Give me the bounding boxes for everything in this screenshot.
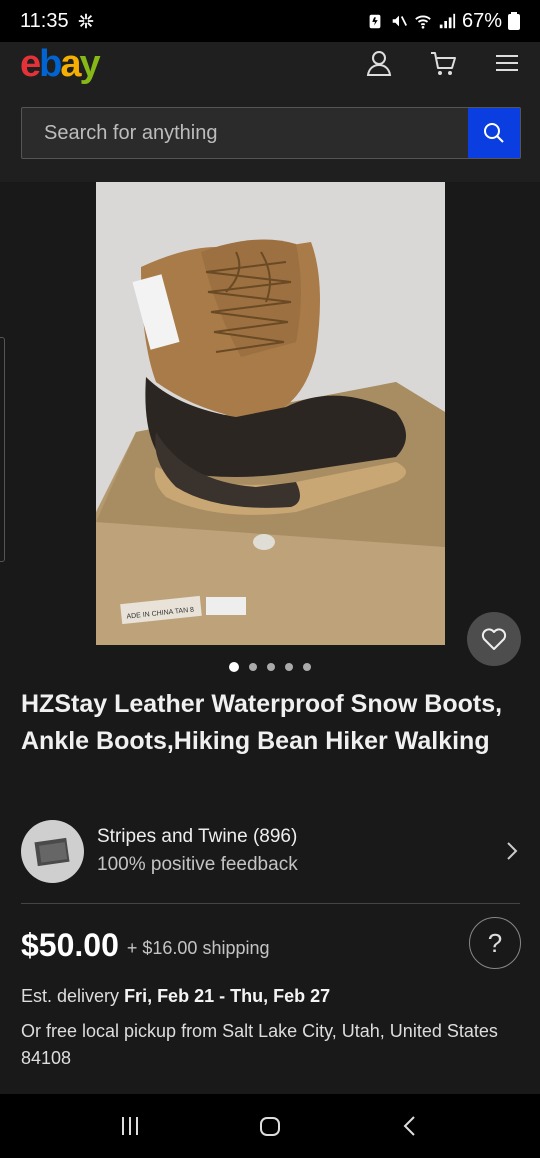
wifi-icon bbox=[415, 15, 431, 29]
pagination-dot[interactable] bbox=[249, 663, 257, 671]
divider bbox=[21, 903, 520, 904]
logo-letter-a: a bbox=[60, 43, 81, 85]
header: ebay bbox=[0, 42, 540, 182]
seller-name: Stripes and Twine (896) bbox=[97, 826, 298, 847]
status-time: 11:35 bbox=[20, 9, 69, 32]
pinwheel-icon bbox=[78, 13, 93, 29]
image-gallery: ADE IN CHINA TAN 8 bbox=[0, 182, 540, 666]
help-button[interactable]: ? bbox=[469, 917, 521, 969]
search-icon bbox=[484, 123, 504, 143]
pagination-dot[interactable] bbox=[267, 663, 275, 671]
signal-icon bbox=[439, 13, 456, 29]
search-button[interactable] bbox=[468, 108, 520, 158]
help-icon: ? bbox=[487, 927, 503, 958]
ebay-logo[interactable]: ebay bbox=[20, 42, 101, 86]
battery-saver-icon bbox=[369, 14, 381, 29]
watch-button[interactable] bbox=[467, 612, 521, 666]
status-right: 67% bbox=[366, 10, 520, 33]
search-bar bbox=[21, 107, 521, 159]
local-pickup: Or free local pickup from Salt Lake City… bbox=[21, 1021, 498, 1068]
seller-text: Stripes and Twine (896) 100% positive fe… bbox=[97, 823, 298, 879]
seller-feedback: 100% positive feedback bbox=[97, 854, 298, 875]
pagination-dot[interactable] bbox=[285, 663, 293, 671]
android-nav-bar bbox=[0, 1094, 540, 1158]
battery-percent: 67% bbox=[461, 9, 502, 32]
recent-apps-icon[interactable] bbox=[117, 1113, 143, 1139]
back-icon[interactable] bbox=[397, 1113, 423, 1139]
price: $50.00 bbox=[21, 926, 119, 963]
listing-title: HZStay Leather Waterproof Snow Boots, An… bbox=[21, 690, 503, 755]
menu-icon[interactable] bbox=[492, 48, 522, 78]
mute-icon bbox=[392, 15, 407, 27]
delivery-dates: Fri, Feb 21 - Thu, Feb 27 bbox=[124, 986, 331, 1006]
price-row: $50.00 + $16.00 shipping ? bbox=[21, 917, 521, 970]
heart-icon bbox=[481, 628, 507, 650]
boot-photo-illustration: ADE IN CHINA TAN 8 bbox=[96, 182, 445, 645]
product-image[interactable]: ADE IN CHINA TAN 8 bbox=[96, 182, 445, 645]
estimated-delivery: Est. delivery Fri, Feb 21 - Thu, Feb 27 bbox=[21, 986, 330, 1007]
logo-letter-y: y bbox=[79, 43, 101, 85]
search-input[interactable] bbox=[22, 108, 468, 158]
chevron-right-icon bbox=[507, 842, 518, 860]
seller-info[interactable]: Stripes and Twine (896) 100% positive fe… bbox=[21, 818, 521, 884]
pagination-dot[interactable] bbox=[303, 663, 311, 671]
cart-icon[interactable] bbox=[428, 48, 458, 78]
battery-icon bbox=[508, 12, 520, 30]
status-time-group: 11:35 bbox=[20, 10, 95, 33]
account-icon[interactable] bbox=[364, 48, 394, 78]
header-icons bbox=[364, 48, 522, 78]
status-bar: 11:35 67% bbox=[0, 0, 540, 42]
side-drawer-handle[interactable] bbox=[0, 337, 5, 562]
image-pagination bbox=[0, 662, 540, 672]
shipping-cost: + $16.00 shipping bbox=[126, 937, 270, 958]
seller-photo-icon bbox=[33, 837, 70, 867]
logo-letter-e: e bbox=[20, 43, 41, 85]
delivery-label: Est. delivery bbox=[21, 986, 120, 1006]
pagination-dot[interactable] bbox=[229, 662, 239, 672]
home-icon[interactable] bbox=[257, 1113, 283, 1139]
seller-avatar bbox=[21, 819, 84, 883]
logo-letter-b: b bbox=[39, 43, 62, 85]
